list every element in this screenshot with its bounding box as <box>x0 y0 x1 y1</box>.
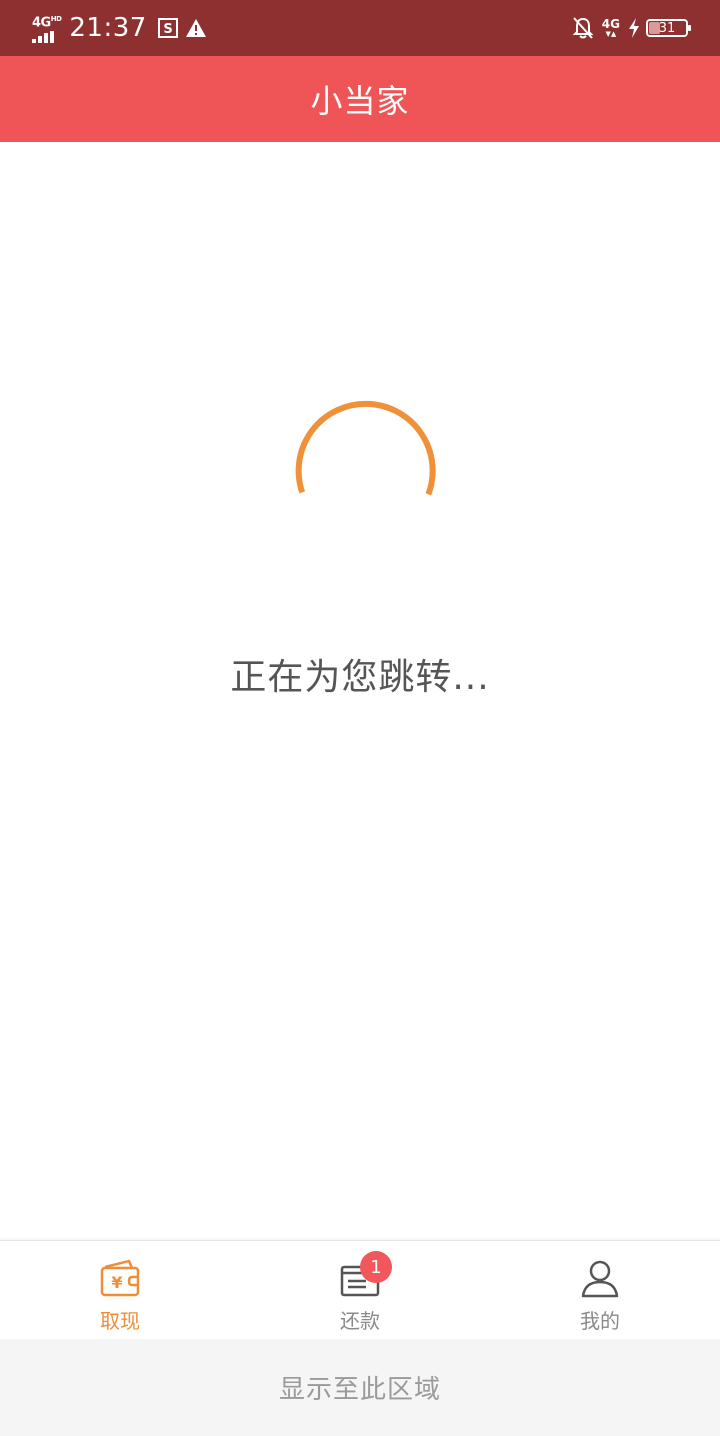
display-area-placeholder: 显示至此区域 <box>0 1339 720 1436</box>
svg-text:S: S <box>163 22 172 37</box>
tab-mine[interactable]: 我的 <box>480 1241 720 1339</box>
tab-repay[interactable]: 还款 1 <box>240 1241 480 1339</box>
status-bar-right: 4G ▼▲ 31 <box>564 12 691 44</box>
status-bar-left: 4GHD 21:37 S <box>32 12 213 44</box>
wallet-icon: ¥ <box>99 1259 141 1299</box>
tab-withdraw-label: 取现 <box>100 1309 140 1333</box>
tab-repay-label: 还款 <box>340 1309 380 1333</box>
tab-withdraw[interactable]: ¥ 取现 <box>0 1241 240 1339</box>
battery-percent: 31 <box>658 20 676 36</box>
bottom-tab-bar: ¥ 取现 还款 1 我的 <box>0 1240 720 1339</box>
loading-message: 正在为您跳转... <box>230 657 490 698</box>
network-label: 4G <box>32 15 51 31</box>
notification-badge: 1 <box>360 1251 392 1283</box>
mobile-data-indicator: 4G ▼▲ <box>602 18 620 38</box>
svg-text:¥: ¥ <box>111 1273 122 1292</box>
signal-bars-icon <box>32 31 54 44</box>
charging-icon <box>628 18 640 38</box>
screenshot-icon: S <box>157 17 179 39</box>
user-icon <box>579 1259 621 1299</box>
battery-icon: 31 <box>646 19 691 37</box>
status-bar: 4GHD 21:37 S 4G ▼▲ 31 <box>0 0 720 56</box>
network-indicator: 4GHD <box>32 13 62 44</box>
app-bar: 小当家 <box>0 56 720 142</box>
bell-off-icon <box>572 16 594 40</box>
data-arrows-icon: ▼▲ <box>605 30 617 38</box>
tab-mine-label: 我的 <box>580 1309 620 1333</box>
app-title: 小当家 <box>310 82 410 120</box>
mobile-data-label: 4G <box>601 17 620 31</box>
loading-spinner-icon <box>295 400 436 496</box>
warning-icon <box>185 18 207 38</box>
network-hd-label: HD <box>50 14 62 23</box>
main-content: 正在为您跳转... <box>0 142 720 1240</box>
display-area-text: 显示至此区域 <box>278 1375 441 1405</box>
status-time: 21:37 <box>69 13 147 43</box>
